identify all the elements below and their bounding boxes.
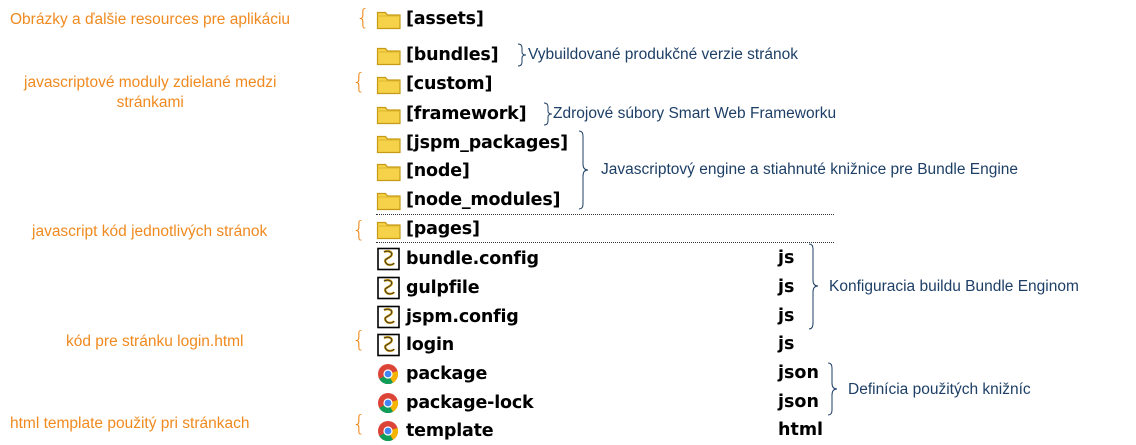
file-row-gulpfile[interactable]: gulpfile [376,273,480,302]
right-brace-framework [543,102,553,126]
file-name: [bundles] [406,44,499,65]
folder-icon [376,102,402,126]
file-name: package [406,363,488,384]
file-name: bundle.config [406,248,539,269]
annotation-shared-modules-line2: stránkami [116,94,184,111]
left-brace-login-code: { [352,328,366,353]
file-row-jspm-packages[interactable]: [jspm_packages] [376,128,568,157]
chrome-icon [376,391,402,415]
annotation-bundles: Vybuildované produkčné verzie stránok [528,46,798,63]
left-brace-resources: { [356,6,370,31]
annotation-login-code: kód pre stránku login.html [66,333,244,350]
annotation-build-config: Konfiguracia buildu Bundle Enginom [829,278,1079,295]
folder-icon [376,188,402,212]
annotation-libraries: Definícia použitých knižníc [848,381,1031,398]
file-row-template[interactable]: template [376,416,494,445]
file-row-node-modules[interactable]: [node_modules] [376,185,561,214]
file-row-login[interactable]: login [376,330,454,359]
file-name: [node] [406,160,470,181]
script-file-icon [376,247,402,271]
file-row-custom[interactable]: [custom] [376,69,492,98]
annotation-engine: Javascriptový engine a stiahnuté knižnic… [601,161,1019,178]
file-ext: html [778,420,824,440]
folder-icon [376,7,402,31]
chrome-icon [376,362,402,386]
folder-icon [376,159,402,183]
file-name: [custom] [406,73,493,94]
left-brace-html-template: { [352,412,366,437]
right-brace-bundles [517,43,527,67]
file-ext: json [778,363,819,383]
script-file-icon [376,333,402,357]
annotation-shared-modules: javascriptové moduly zdielané medzi strá… [24,73,276,113]
file-name: gulpfile [406,277,480,298]
left-brace-pages-code: { [352,218,366,243]
file-ext: js [778,334,795,354]
folder-icon [376,217,402,241]
file-ext: js [778,248,795,268]
file-name: [pages] [406,218,480,239]
file-ext: json [778,392,819,412]
file-row-bundle-config[interactable]: bundle.config [376,244,539,273]
script-file-icon [376,276,402,300]
annotation-resources: Obrázky a ďalšie resources pre aplikáciu [10,11,291,28]
file-ext: js [778,306,795,326]
right-brace-engine [578,130,589,210]
file-row-node[interactable]: [node] [376,156,470,185]
script-file-icon [376,305,402,329]
file-row-jspm-config[interactable]: jspm.config [376,302,519,331]
file-row-framework[interactable]: [framework] [376,99,527,128]
file-ext: js [778,277,795,297]
folder-icon [376,131,402,155]
file-name: jspm.config [406,306,519,327]
file-row-package[interactable]: package [376,359,487,388]
file-name: [assets] [406,8,484,29]
file-row-package-lock[interactable]: package-lock [376,388,534,417]
file-name: login [406,334,455,355]
left-brace-shared-modules: { [352,70,366,95]
right-brace-build-config [808,243,819,330]
annotation-pages-code: javascript kód jednotlivých stránok [32,223,268,240]
file-row-bundles[interactable]: [bundles] [376,40,499,69]
file-name: package-lock [406,392,534,413]
right-brace-libraries [827,362,838,416]
annotation-html-template: html template použitý pri stránkach [10,415,250,432]
file-name: [framework] [406,103,527,124]
file-name: template [406,420,494,441]
folder-icon [376,43,402,67]
annotation-framework: Zdrojové súbory Smart Web Frameworku [553,105,837,122]
annotation-shared-modules-line1: javascriptové moduly zdielané medzi [24,74,277,91]
file-row-assets[interactable]: [assets] [376,4,484,33]
file-name: [jspm_packages] [406,132,568,153]
folder-icon [376,72,402,96]
file-row-pages[interactable]: [pages] [376,214,480,243]
file-name: [node_modules] [406,189,561,210]
